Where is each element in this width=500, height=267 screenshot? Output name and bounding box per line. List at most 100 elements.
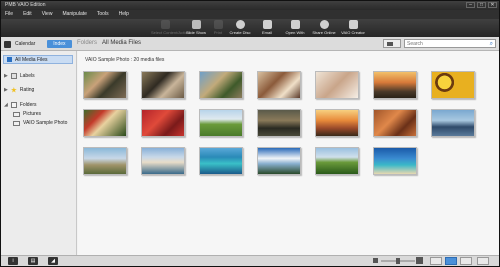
sidebar-item-labels[interactable]: ▶ Labels	[4, 73, 35, 79]
create-disc-label: Create Disc	[229, 30, 251, 35]
sidebar-item-pictures[interactable]: Pictures	[13, 111, 41, 117]
maximize-button[interactable]: □	[477, 2, 486, 8]
open-with-icon	[290, 20, 300, 29]
select-content-icon	[160, 20, 170, 29]
menu-manipulate[interactable]: Manipulate	[62, 10, 86, 19]
sidebar-item-label: Rating	[19, 87, 35, 93]
menu-edit[interactable]: Edit	[23, 10, 32, 19]
email-button[interactable]: Email	[253, 20, 281, 36]
calendar-icon	[4, 40, 11, 48]
sidebar-item-label: VAIO Sample Photo	[23, 120, 68, 126]
vaio-creator-label: VAIO Creator	[341, 30, 365, 35]
share-online-icon	[319, 20, 329, 29]
fullscreen-button[interactable]	[477, 257, 489, 265]
status-bar: i ▤ ◢	[1, 255, 499, 266]
share-online-button[interactable]: Share Online	[310, 20, 338, 36]
sidebar-item-label: All Media Files	[15, 56, 48, 63]
breadcrumb-folders[interactable]: Folders	[77, 40, 97, 46]
expand-icon[interactable]: ▶	[4, 87, 8, 93]
navigation-bar: Calendar Index Folders All Media Files ⌕	[1, 37, 499, 51]
zoom-handle[interactable]	[396, 258, 400, 264]
create-disc-icon	[235, 20, 245, 29]
thumbnail-sunset-field[interactable]	[373, 71, 417, 99]
expand-icon[interactable]: ▶	[4, 73, 8, 79]
info-button[interactable]: i	[8, 257, 18, 265]
map-button[interactable]: ◢	[48, 257, 58, 265]
select-content-button[interactable]: Select Content/Action	[151, 20, 190, 36]
sidebar-item-rating[interactable]: ▶ Rating	[4, 87, 34, 93]
list-view-button[interactable]	[430, 257, 442, 265]
calendar-button[interactable]: Calendar	[15, 41, 35, 47]
thumbnail-dusk-river[interactable]	[257, 109, 301, 137]
print-icon	[213, 20, 223, 29]
menu-help[interactable]: Help	[119, 10, 129, 19]
zoom-in-icon[interactable]	[416, 257, 423, 264]
breadcrumb: Folders All Media Files	[77, 40, 141, 46]
create-disc-button[interactable]: Create Disc	[226, 20, 254, 36]
thumbnail-baby[interactable]	[315, 71, 359, 99]
thumbnail-kitchen-people[interactable]	[257, 71, 301, 99]
thumbnail-stone-ruins[interactable]	[83, 147, 127, 175]
search-input[interactable]	[405, 40, 485, 47]
all-media-icon	[7, 57, 12, 62]
thumbnail-people-outdoors[interactable]	[199, 71, 243, 99]
sidebar-item-label: Labels	[19, 73, 35, 79]
title-bar: PMB VAIO Edition – □ ✕	[1, 1, 499, 10]
thumbnail-harbor-town[interactable]	[141, 147, 185, 175]
index-tab[interactable]: Index	[47, 40, 72, 48]
thumbnail-orange-sunset[interactable]	[315, 109, 359, 137]
view-switcher: Calendar Index	[4, 40, 72, 48]
media-grid: VAIO Sample Photo : 20 media files	[78, 51, 499, 255]
vaio-creator-button[interactable]: VAIO Creator	[339, 20, 367, 36]
folder-caption: VAIO Sample Photo : 20 media files	[85, 57, 165, 63]
sidebar-item-label: Pictures	[23, 111, 42, 117]
slide-show-icon	[191, 20, 201, 29]
thumbnail-green-hills[interactable]	[315, 147, 359, 175]
nav-right: ⌕	[383, 39, 496, 48]
thumbnail-turquoise-sea[interactable]	[199, 147, 243, 175]
menu-tools[interactable]: Tools	[97, 10, 109, 19]
thumbnail-watermelons[interactable]	[83, 109, 127, 137]
thumbnail-clouds-palms[interactable]	[257, 147, 301, 175]
menu-bar: File Edit View Manipulate Tools Help	[1, 10, 499, 19]
thumbnail-palm-beach[interactable]	[373, 147, 417, 175]
zoom-slider[interactable]	[373, 257, 423, 264]
details-button[interactable]: ▤	[28, 257, 38, 265]
folder-icon	[13, 111, 20, 117]
thumbnail-sunflowers[interactable]	[431, 71, 475, 99]
search-box: ⌕	[404, 39, 496, 48]
minimize-button[interactable]: –	[466, 2, 475, 8]
sidebar-item-folders[interactable]: ◢ Folders	[4, 102, 37, 108]
share-online-label: Share Online	[312, 30, 336, 35]
zoom-out-icon[interactable]	[373, 258, 378, 263]
app-window: PMB VAIO Edition – □ ✕ File Edit View Ma…	[0, 0, 500, 267]
star-icon	[10, 87, 17, 93]
collapse-icon[interactable]: ◢	[4, 102, 8, 108]
thumbnail-lake-dock[interactable]	[431, 109, 475, 137]
folder-icon	[10, 102, 17, 108]
window-title: PMB VAIO Edition	[5, 2, 46, 8]
thumbnail-view-button[interactable]	[445, 257, 457, 265]
search-icon[interactable]: ⌕	[490, 41, 493, 47]
menu-view[interactable]: View	[42, 10, 53, 19]
open-with-label: Open With	[285, 30, 305, 35]
thumbnail-strawberries[interactable]	[141, 109, 185, 137]
select-content-label: Select Content/Action	[151, 30, 190, 35]
menu-file[interactable]: File	[5, 10, 13, 19]
toolbar: Select Content/Action Slide Show Print C…	[1, 19, 499, 37]
sidebar-item-vaio-sample-photo[interactable]: VAIO Sample Photo	[13, 120, 67, 126]
folder-icon	[13, 120, 20, 126]
email-icon	[262, 20, 272, 29]
window-controls: – □ ✕	[466, 2, 497, 8]
large-thumbnail-view-button[interactable]	[460, 257, 472, 265]
thumbnail-green-field[interactable]	[199, 109, 243, 137]
thumbnail-wood-interior[interactable]	[373, 109, 417, 137]
breadcrumb-all-media: All Media Files	[102, 40, 142, 46]
thumbnail-people-group[interactable]	[141, 71, 185, 99]
sidebar-item-label: Folders	[19, 102, 37, 108]
display-mode-dropdown[interactable]	[383, 39, 401, 48]
sidebar-item-all-media[interactable]: All Media Files	[3, 55, 73, 64]
thumbnail-people-at-table[interactable]	[83, 71, 127, 99]
open-with-button[interactable]: Open With	[281, 20, 309, 36]
close-button[interactable]: ✕	[488, 2, 497, 8]
